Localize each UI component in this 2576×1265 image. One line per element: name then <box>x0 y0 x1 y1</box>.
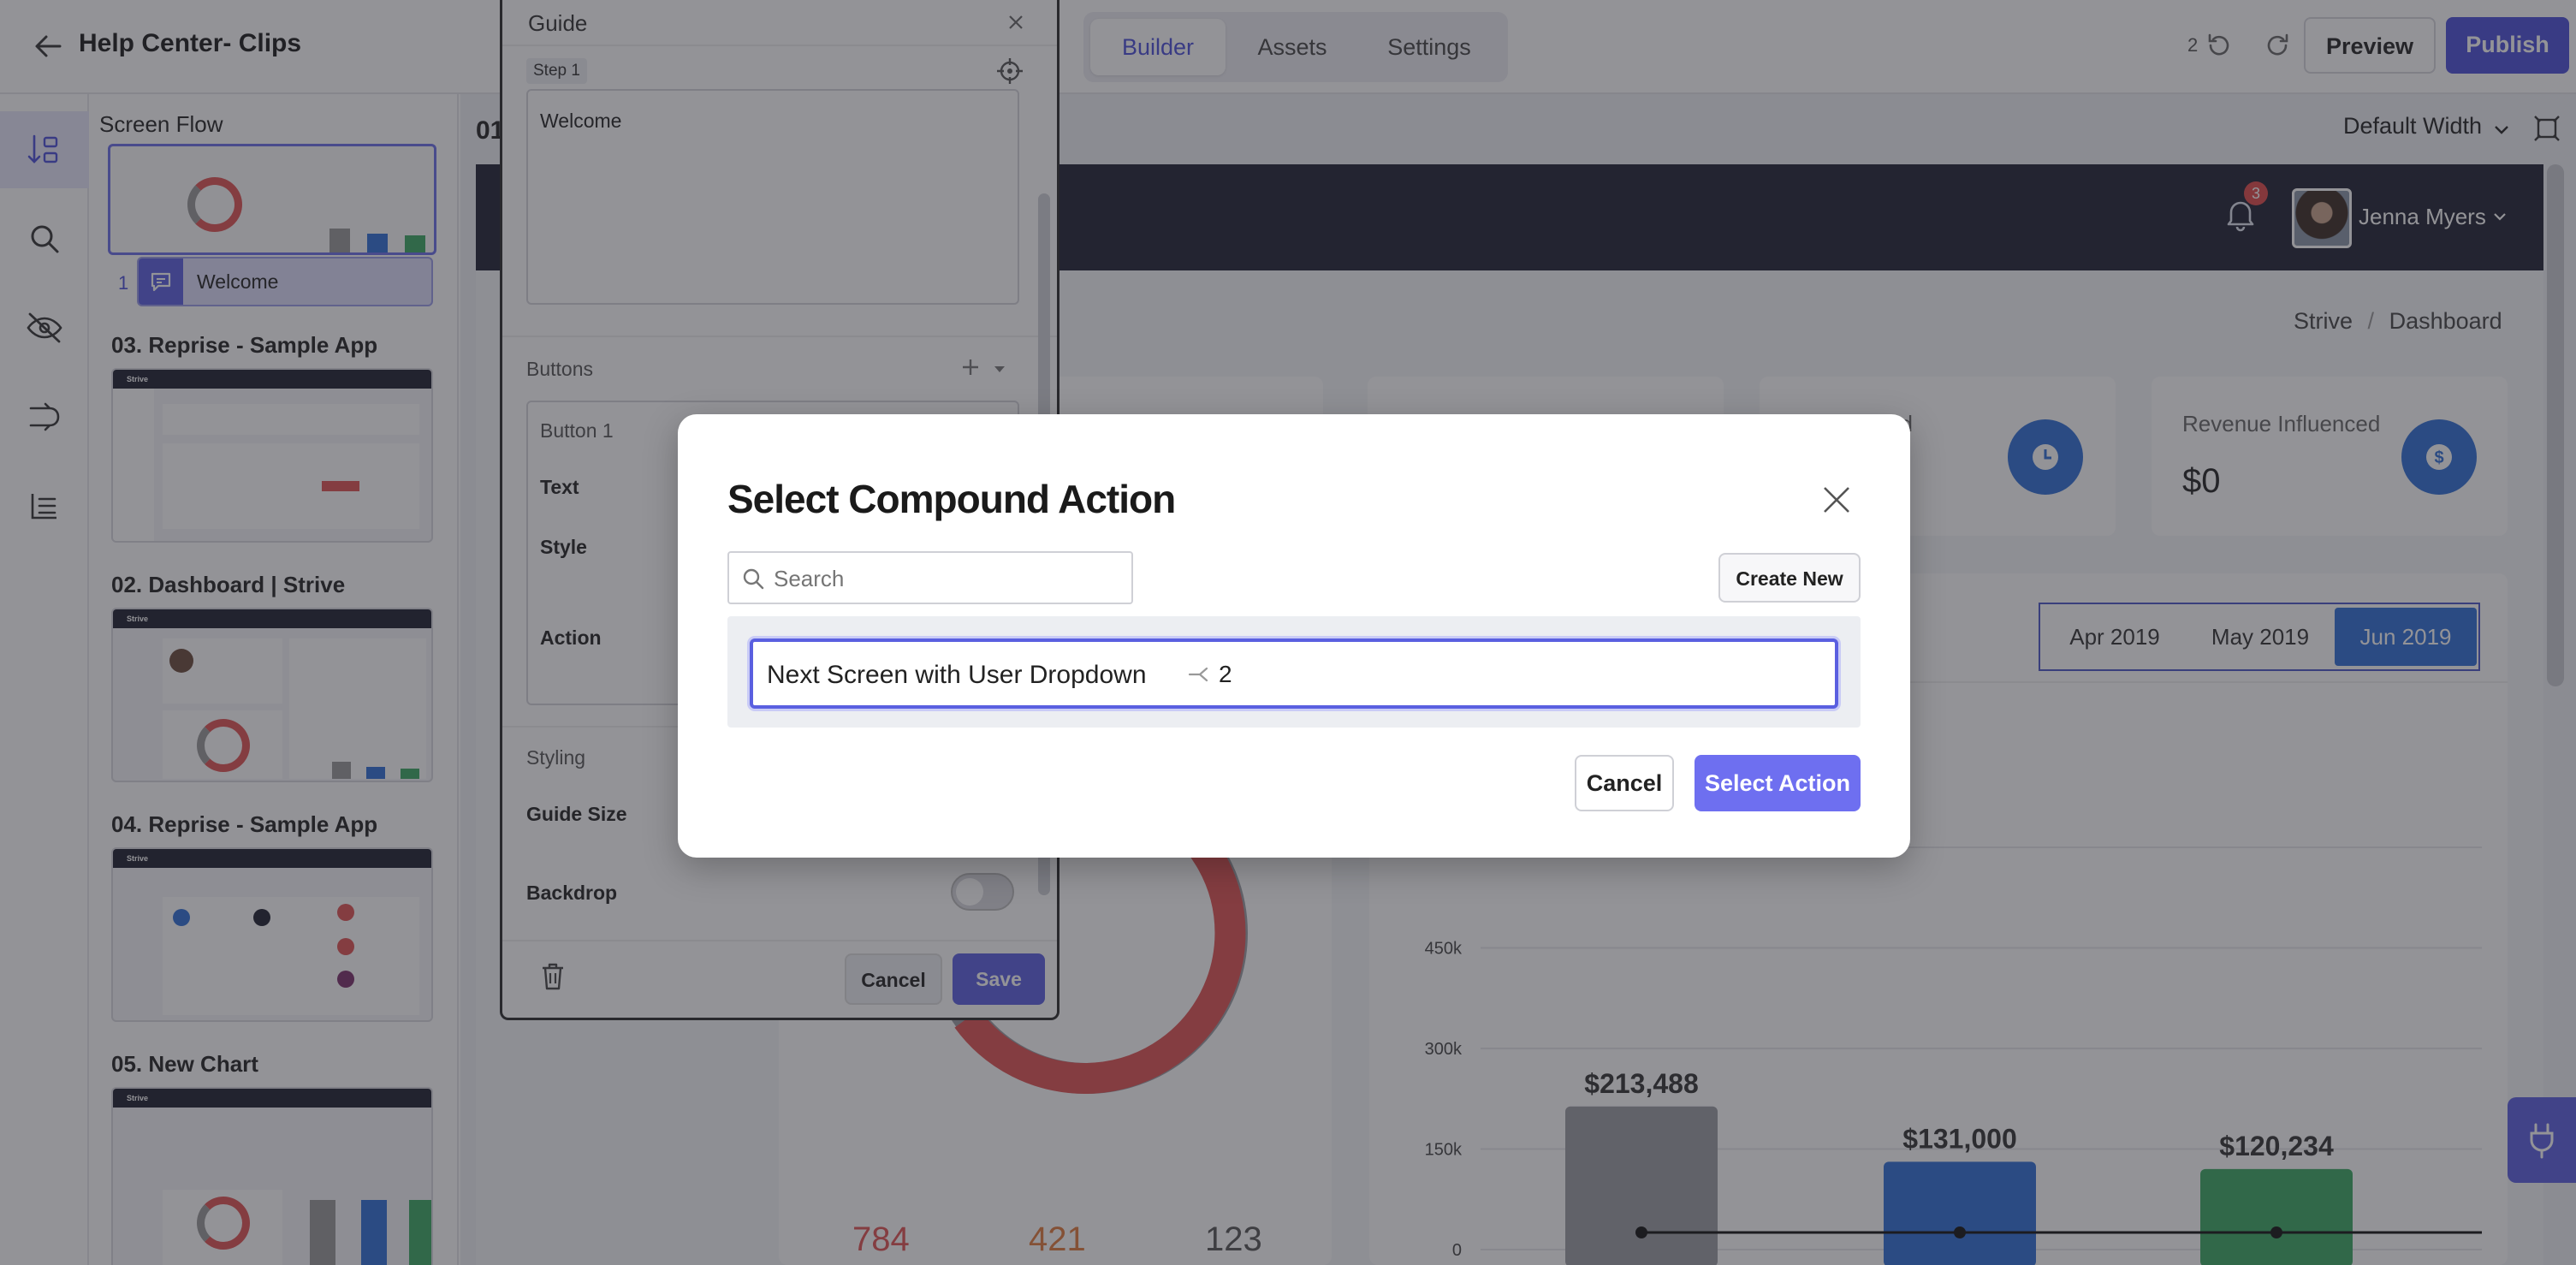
action-list: Next Screen with User Dropdown 2 <box>727 616 1861 728</box>
close-icon[interactable] <box>1821 484 1852 515</box>
action-item-selected[interactable]: Next Screen with User Dropdown 2 <box>750 638 1838 709</box>
search-icon <box>741 567 765 591</box>
branch-icon <box>1186 662 1210 686</box>
action-item-label: Next Screen with User Dropdown <box>767 661 1147 689</box>
search-input[interactable] <box>774 561 1116 596</box>
modal-title: Select Compound Action <box>727 477 1176 521</box>
select-action-button[interactable]: Select Action <box>1695 755 1861 811</box>
modal-cancel-button[interactable]: Cancel <box>1575 755 1674 811</box>
create-new-button[interactable]: Create New <box>1718 553 1861 603</box>
search-box[interactable] <box>727 551 1133 604</box>
select-compound-action-modal: Select Compound Action Create New Next S… <box>678 414 1910 858</box>
action-item-count: 2 <box>1219 661 1232 687</box>
app-root: Help Center- Clips Builder Assets Settin… <box>0 0 2576 1265</box>
